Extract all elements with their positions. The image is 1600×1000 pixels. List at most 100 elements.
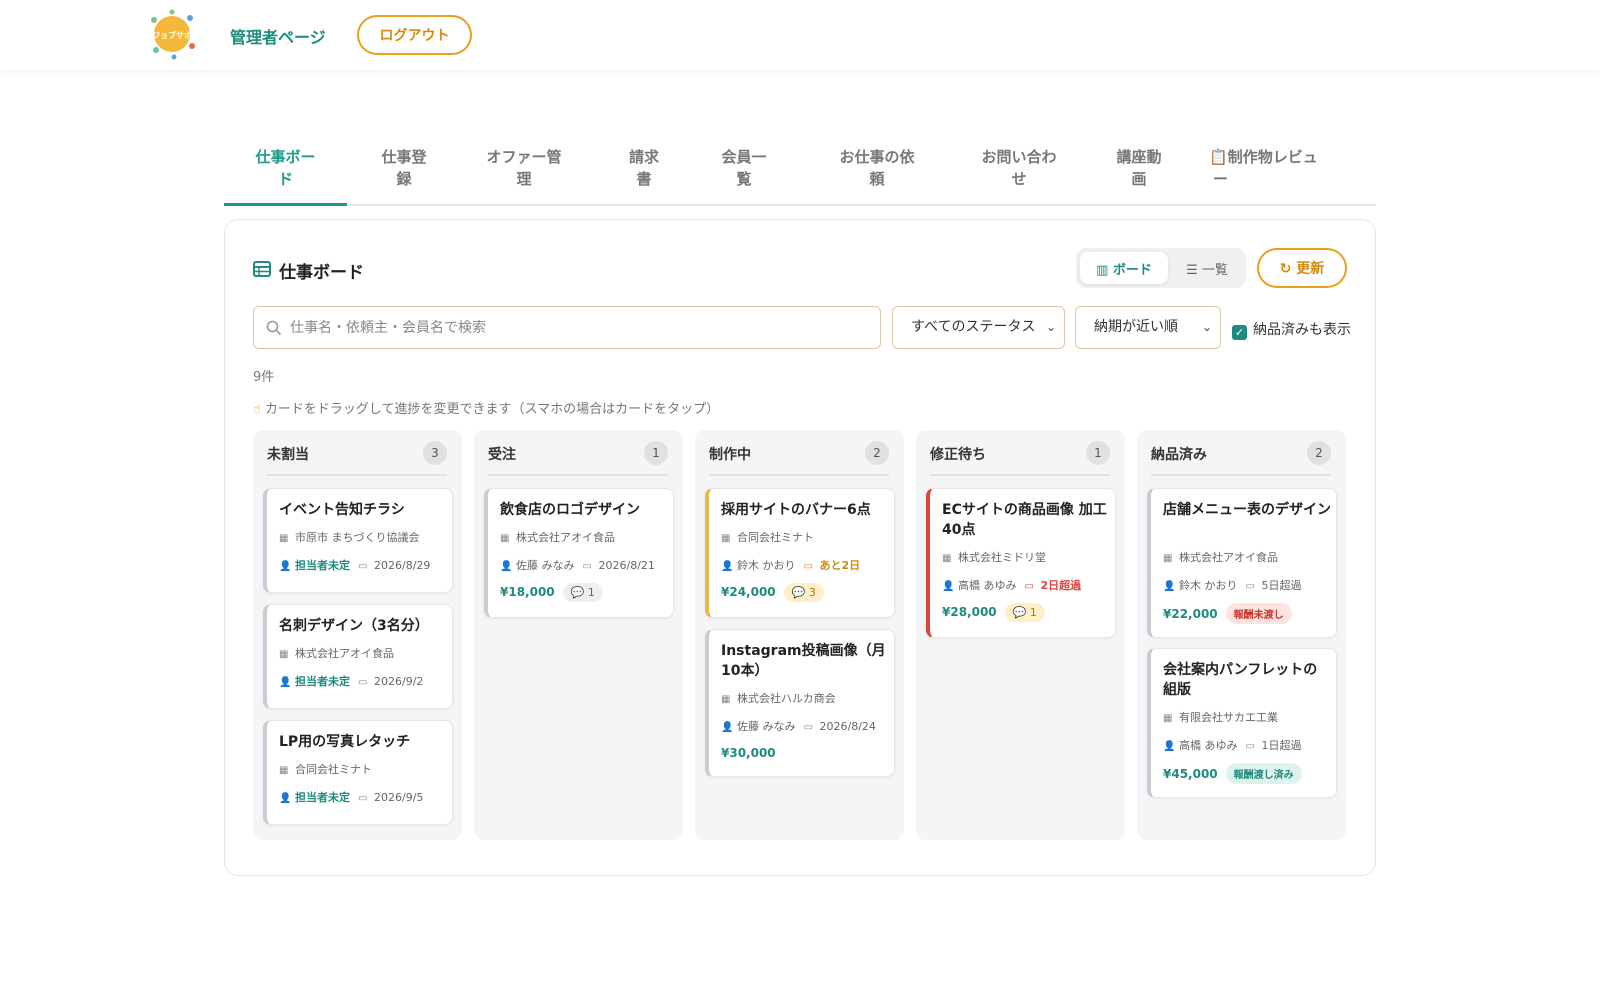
payment-status-badge: 報酬渡し済み	[1225, 763, 1302, 784]
list-view-label: 一覧	[1201, 262, 1228, 278]
card-client: ▦ 市原市 まちづくり協議会	[279, 529, 420, 545]
column-header: 修正待ち 1	[930, 441, 1110, 476]
tab-job-board[interactable]: 仕事ボー ド	[234, 146, 337, 190]
due-date-text: 2026/9/2	[374, 675, 424, 688]
tab-course-videos[interactable]: 講座動 画	[1099, 146, 1179, 190]
search-icon	[266, 320, 282, 336]
tab-job-register[interactable]: 仕事登 録	[364, 146, 444, 190]
card-title: 採用サイトのバナー6点	[721, 502, 871, 518]
chat-badge[interactable]: 💬 3	[783, 583, 824, 602]
building-icon: ▦	[279, 649, 289, 660]
due-date: ▭ 2026/9/2	[358, 675, 423, 688]
client-name: 合同会社ミナト	[737, 531, 814, 544]
card-title: イベント告知チラシ	[279, 502, 405, 518]
clipboard-check-icon: 📋	[1209, 148, 1228, 166]
card-meta: 👤 佐藤 みなみ ▭ 2026/8/21	[500, 557, 655, 573]
status-filter-value: すべてのステータス	[911, 319, 1036, 335]
card-title: ECサイトの商品画像 加工40点	[942, 502, 1107, 538]
status-filter-select[interactable]: すべてのステータス ⌄	[892, 306, 1065, 349]
client-name: 有限会社サカエ工業	[1179, 711, 1278, 724]
list-view-button[interactable]: ☰ 一覧	[1172, 252, 1242, 284]
client-name: 株式会社アオイ食品	[516, 531, 615, 544]
price: ¥22,000	[1163, 607, 1218, 621]
logout-button[interactable]: ログアウト	[357, 15, 472, 55]
card-client: ▦ 株式会社アオイ食品	[1163, 549, 1278, 565]
chat-badge[interactable]: 💬 1	[1004, 603, 1045, 622]
column-title: 納品済み	[1151, 447, 1207, 463]
job-card[interactable]: イベント告知チラシ ▦ 市原市 まちづくり協議会 👤 担当者未定 ▭ 2026/8/29	[263, 488, 453, 593]
column-in-production: 制作中 2 採用サイトのバナー6点 ▦ 合同会社ミナト 👤 鈴木 かおり ▭ あと2日 …	[695, 430, 904, 840]
building-icon: ▦	[1163, 713, 1173, 724]
due-date: ▭ 2日超過	[1025, 579, 1082, 592]
column-title: 受注	[488, 447, 516, 463]
job-card[interactable]: 会社案内パンフレットの組版 ▦ 有限会社サカエ工業 👤 高橋 あゆみ ▭ 1日超過 ¥4…	[1147, 648, 1337, 798]
board-view-button[interactable]: ▥ ボード	[1080, 252, 1168, 284]
assignee: 鈴木 かおり	[737, 559, 796, 572]
job-card[interactable]: LP用の写真レタッチ ▦ 合同会社ミナト 👤 担当者未定 ▭ 2026/9/5	[263, 720, 453, 825]
show-delivered-label: 納品済みも表示	[1253, 322, 1351, 338]
price: ¥45,000	[1163, 767, 1218, 781]
job-card[interactable]: 名刺デザイン（3名分） ▦ 株式会社アオイ食品 👤 担当者未定 ▭ 2026/9/2	[263, 604, 453, 709]
calendar-icon: ▭	[582, 561, 592, 572]
job-card[interactable]: Instagram投稿画像（月10本） ▦ 株式会社ハルカ商会 👤 佐藤 みなみ ▭ 2…	[705, 629, 895, 777]
drag-hint-text: カードをドラッグして進捗を変更できます（スマホの場合はカードをタップ）	[264, 402, 720, 417]
chevron-down-icon: ⌄	[1201, 320, 1212, 334]
card-footer: ¥30,000	[721, 746, 776, 760]
show-delivered-checkbox[interactable]: ✓	[1232, 325, 1247, 340]
building-icon: ▦	[721, 533, 731, 544]
tab-label-line2: 覧	[736, 170, 752, 188]
card-meta: 👤 佐藤 みなみ ▭ 2026/8/24	[721, 718, 876, 734]
card-title: 店舗メニュー表のデザイン	[1163, 502, 1331, 518]
due-date-text: 2026/8/21	[598, 559, 655, 572]
column-count-badge: 1	[1086, 441, 1110, 465]
tab-label-line1: 仕事ボー	[255, 148, 316, 166]
drag-hint: ☝ カードをドラッグして進捗を変更できます（スマホの場合はカードをタップ）	[253, 398, 719, 417]
calendar-icon: ▭	[358, 793, 368, 804]
user-plus-icon: 👤	[279, 561, 292, 572]
jobsapo-logo[interactable]: ジョブサポ	[146, 8, 198, 60]
top-bar: ジョブサポ 管理者ページ ログアウト	[0, 0, 1600, 70]
chat-badge[interactable]: 💬 1	[562, 583, 603, 602]
tab-invoices[interactable]: 請求 書	[614, 146, 674, 190]
due-date-text: 2026/8/24	[819, 720, 876, 733]
user-icon: 👤	[721, 722, 734, 733]
search-input[interactable]	[290, 307, 870, 348]
active-tab-indicator	[224, 203, 347, 206]
job-card[interactable]: 採用サイトのバナー6点 ▦ 合同会社ミナト 👤 鈴木 かおり ▭ あと2日 ¥24,00…	[705, 488, 895, 618]
job-card[interactable]: ECサイトの商品画像 加工40点 ▦ 株式会社ミドリ堂 👤 高橋 あゆみ ▭ 2日超過 …	[926, 488, 1116, 638]
tab-inquiries[interactable]: お問い合わ せ	[964, 146, 1074, 190]
tab-deliverable-review[interactable]: 📋制作物レビュ ー	[1209, 146, 1329, 190]
job-card[interactable]: 飲食店のロゴデザイン ▦ 株式会社アオイ食品 👤 佐藤 みなみ ▭ 2026/8/21 …	[484, 488, 674, 618]
job-card[interactable]: 店舗メニュー表のデザイン ▦ 株式会社アオイ食品 👤 鈴木 かおり ▭ 5日超過 ¥22…	[1147, 488, 1337, 638]
calendar-icon: ▭	[1245, 581, 1255, 592]
chat-count: 3	[808, 586, 816, 599]
assignee: 担当者未定	[295, 559, 350, 572]
building-icon: ▦	[500, 533, 510, 544]
assignee: 担当者未定	[295, 675, 350, 688]
card-meta: 👤 鈴木 かおり ▭ あと2日	[721, 557, 860, 573]
client-name: 株式会社アオイ食品	[295, 647, 394, 660]
card-meta: 👤 担当者未定 ▭ 2026/9/2	[279, 673, 423, 689]
tab-label-line2: 録	[396, 170, 412, 188]
column-title: 修正待ち	[930, 447, 986, 463]
sort-select[interactable]: 納期が近い順 ⌄	[1075, 306, 1221, 349]
tab-offer-management[interactable]: オファー管 理	[469, 146, 579, 190]
tab-label-line1: お問い合わ	[981, 148, 1057, 166]
columns-icon: ▥	[1096, 262, 1113, 278]
user-icon: 👤	[500, 561, 513, 572]
table-icon	[253, 261, 271, 277]
card-client: ▦ 株式会社アオイ食品	[500, 529, 615, 545]
due-date-text: 1日超過	[1261, 739, 1302, 752]
due-date: ▭ 2026/8/24	[804, 720, 876, 733]
calendar-icon: ▭	[803, 722, 813, 733]
column-title: 未割当	[267, 447, 309, 463]
due-date: ▭ 5日超過	[1246, 579, 1302, 592]
show-delivered-toggle[interactable]: ✓ 納品済みも表示	[1232, 319, 1351, 340]
building-icon: ▦	[1163, 553, 1173, 564]
assignee: 担当者未定	[295, 791, 350, 804]
tab-member-list[interactable]: 会員一 覧	[704, 146, 784, 190]
card-client: ▦ 合同会社ミナト	[279, 761, 372, 777]
card-title: LP用の写真レタッチ	[279, 734, 411, 750]
tab-job-requests[interactable]: お仕事の依 頼	[822, 146, 932, 190]
refresh-button[interactable]: ↻ 更新	[1257, 248, 1347, 288]
